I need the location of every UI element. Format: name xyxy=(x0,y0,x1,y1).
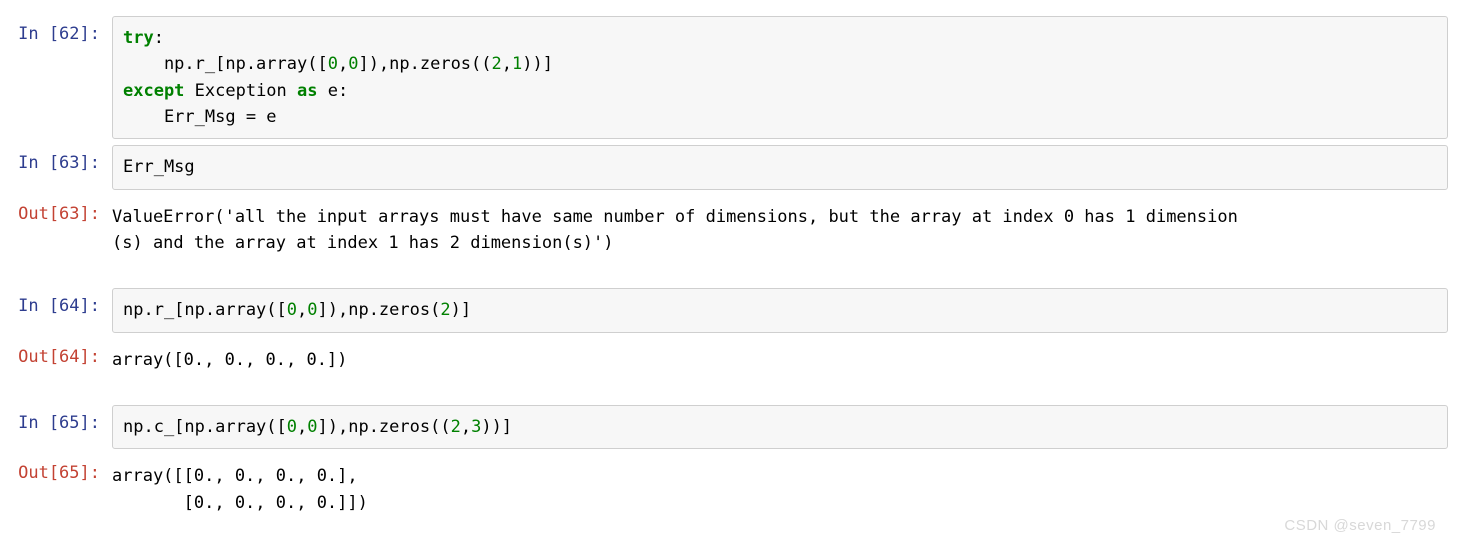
prompt-out-63: Out[63]: xyxy=(0,196,112,224)
cell-63-output: Out[63]: ValueError('all the input array… xyxy=(0,196,1468,257)
prompt-in-64: In [64]: xyxy=(0,288,112,316)
cell-65-output: Out[65]: array([[0., 0., 0., 0.], [0., 0… xyxy=(0,455,1468,516)
output-63: ValueError('all the input arrays must ha… xyxy=(112,196,1448,257)
in-num: [63]: xyxy=(49,153,100,173)
code-63[interactable]: Err_Msg xyxy=(112,145,1448,189)
in-label: In xyxy=(18,296,49,316)
prompt-out-65: Out[65]: xyxy=(0,455,112,483)
cell-62-input: In [62]: try: np.r_[np.array([0,0]),np.z… xyxy=(0,16,1468,139)
output-65: array([[0., 0., 0., 0.], [0., 0., 0., 0.… xyxy=(112,455,1448,516)
code-64[interactable]: np.r_[np.array([0,0]),np.zeros(2)] xyxy=(112,288,1448,332)
out-num: [64]: xyxy=(49,347,100,367)
in-label: In xyxy=(18,413,49,433)
prompt-in-63: In [63]: xyxy=(0,145,112,173)
in-label: In xyxy=(18,153,49,173)
out-label: Out xyxy=(18,463,49,483)
in-label: In xyxy=(18,24,49,44)
prompt-out-64: Out[64]: xyxy=(0,339,112,367)
cell-65-input: In [65]: np.c_[np.array([0,0]),np.zeros(… xyxy=(0,405,1468,449)
prompt-in-62: In [62]: xyxy=(0,16,112,44)
code-65[interactable]: np.c_[np.array([0,0]),np.zeros((2,3))] xyxy=(112,405,1448,449)
output-64: array([0., 0., 0., 0.]) xyxy=(112,339,1448,373)
in-num: [64]: xyxy=(49,296,100,316)
in-num: [65]: xyxy=(49,413,100,433)
code-62[interactable]: try: np.r_[np.array([0,0]),np.zeros((2,1… xyxy=(112,16,1448,139)
out-num: [65]: xyxy=(49,463,100,483)
cell-64-output: Out[64]: array([0., 0., 0., 0.]) xyxy=(0,339,1468,373)
watermark: CSDN @seven_7799 xyxy=(1284,517,1436,534)
in-num: [62]: xyxy=(49,24,100,44)
cell-63-input: In [63]: Err_Msg xyxy=(0,145,1468,189)
prompt-in-65: In [65]: xyxy=(0,405,112,433)
notebook: In [62]: try: np.r_[np.array([0,0]),np.z… xyxy=(0,0,1468,542)
out-label: Out xyxy=(18,204,49,224)
out-num: [63]: xyxy=(49,204,100,224)
cell-64-input: In [64]: np.r_[np.array([0,0]),np.zeros(… xyxy=(0,288,1468,332)
out-label: Out xyxy=(18,347,49,367)
